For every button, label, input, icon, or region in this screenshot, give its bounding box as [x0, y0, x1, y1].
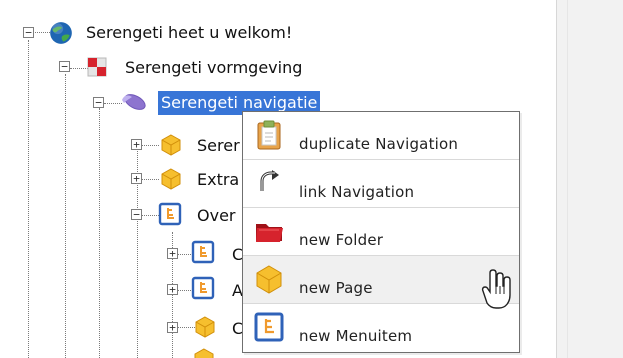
collapse-toggle[interactable]: − — [59, 61, 70, 72]
menuitem-icon — [158, 202, 182, 226]
tree-label-child-3: Over — [197, 206, 236, 225]
navigation-oval-icon — [122, 94, 146, 110]
page-cube-icon — [161, 168, 181, 190]
menu-label-new-folder: new Folder — [299, 231, 384, 249]
tree-item-child-6[interactable]: + C — [164, 312, 244, 342]
expand-toggle[interactable]: + — [131, 173, 142, 184]
clipboard-icon — [257, 120, 281, 150]
tree-label-child-2: Extra — [197, 170, 240, 189]
folder-icon — [256, 224, 283, 242]
link-arrow-icon — [257, 170, 281, 195]
menu-label-link-navigation: link Navigation — [299, 183, 415, 201]
collapse-toggle[interactable]: − — [93, 97, 104, 108]
red-white-check-icon — [87, 57, 107, 77]
page-cube-icon — [195, 316, 215, 338]
tree-guide-line-level-2 — [99, 108, 100, 358]
page-cube-icon — [256, 265, 282, 294]
menuitem-icon — [191, 276, 215, 300]
tree-guide-line-root — [28, 40, 29, 358]
right-panel — [556, 0, 623, 358]
collapse-toggle[interactable]: − — [131, 209, 142, 220]
tree-guide-line-level-1 — [65, 74, 66, 358]
menu-item-link-navigation[interactable]: link Navigation — [243, 160, 519, 208]
collapse-toggle[interactable]: − — [23, 27, 34, 38]
tree-label-child-1: Serer — [197, 136, 240, 155]
globe-icon — [50, 22, 72, 44]
context-menu: duplicate Navigation link Navigation new… — [242, 111, 520, 353]
page-cube-icon — [161, 134, 181, 156]
page-cube-icon — [194, 348, 214, 358]
menu-label-new-page: new Page — [299, 279, 373, 297]
menuitem-icon — [254, 312, 284, 342]
expand-toggle[interactable]: + — [167, 322, 178, 333]
tree-label-vormgeving: Serengeti vormgeving — [125, 58, 303, 77]
menu-label-duplicate-navigation: duplicate Navigation — [299, 135, 459, 153]
menu-item-new-page[interactable]: new Page — [243, 256, 519, 304]
menuitem-icon — [191, 240, 215, 264]
expand-toggle[interactable]: + — [167, 248, 178, 259]
menu-item-new-menuitem[interactable]: new Menuitem — [243, 304, 519, 352]
tree-item-root[interactable]: − Serengeti heet u welkom! — [18, 18, 338, 48]
menu-item-new-folder[interactable]: new Folder — [243, 208, 519, 256]
tree-label-root: Serengeti heet u welkom! — [86, 23, 293, 42]
tree-item-child-5[interactable]: + A — [164, 274, 244, 304]
expand-toggle[interactable]: + — [167, 284, 178, 295]
tree-item-vormgeving[interactable]: − Serengeti vormgeving — [56, 52, 356, 82]
navigation-tree-screen: − Serengeti heet u welkom! − Serengeti v… — [0, 0, 623, 358]
hand-cursor-icon — [481, 269, 511, 309]
expand-toggle[interactable]: + — [131, 139, 142, 150]
menu-item-duplicate-navigation[interactable]: duplicate Navigation — [243, 112, 519, 160]
tree-item-child-4[interactable]: + C — [164, 238, 244, 268]
menu-label-new-menuitem: new Menuitem — [299, 327, 413, 345]
